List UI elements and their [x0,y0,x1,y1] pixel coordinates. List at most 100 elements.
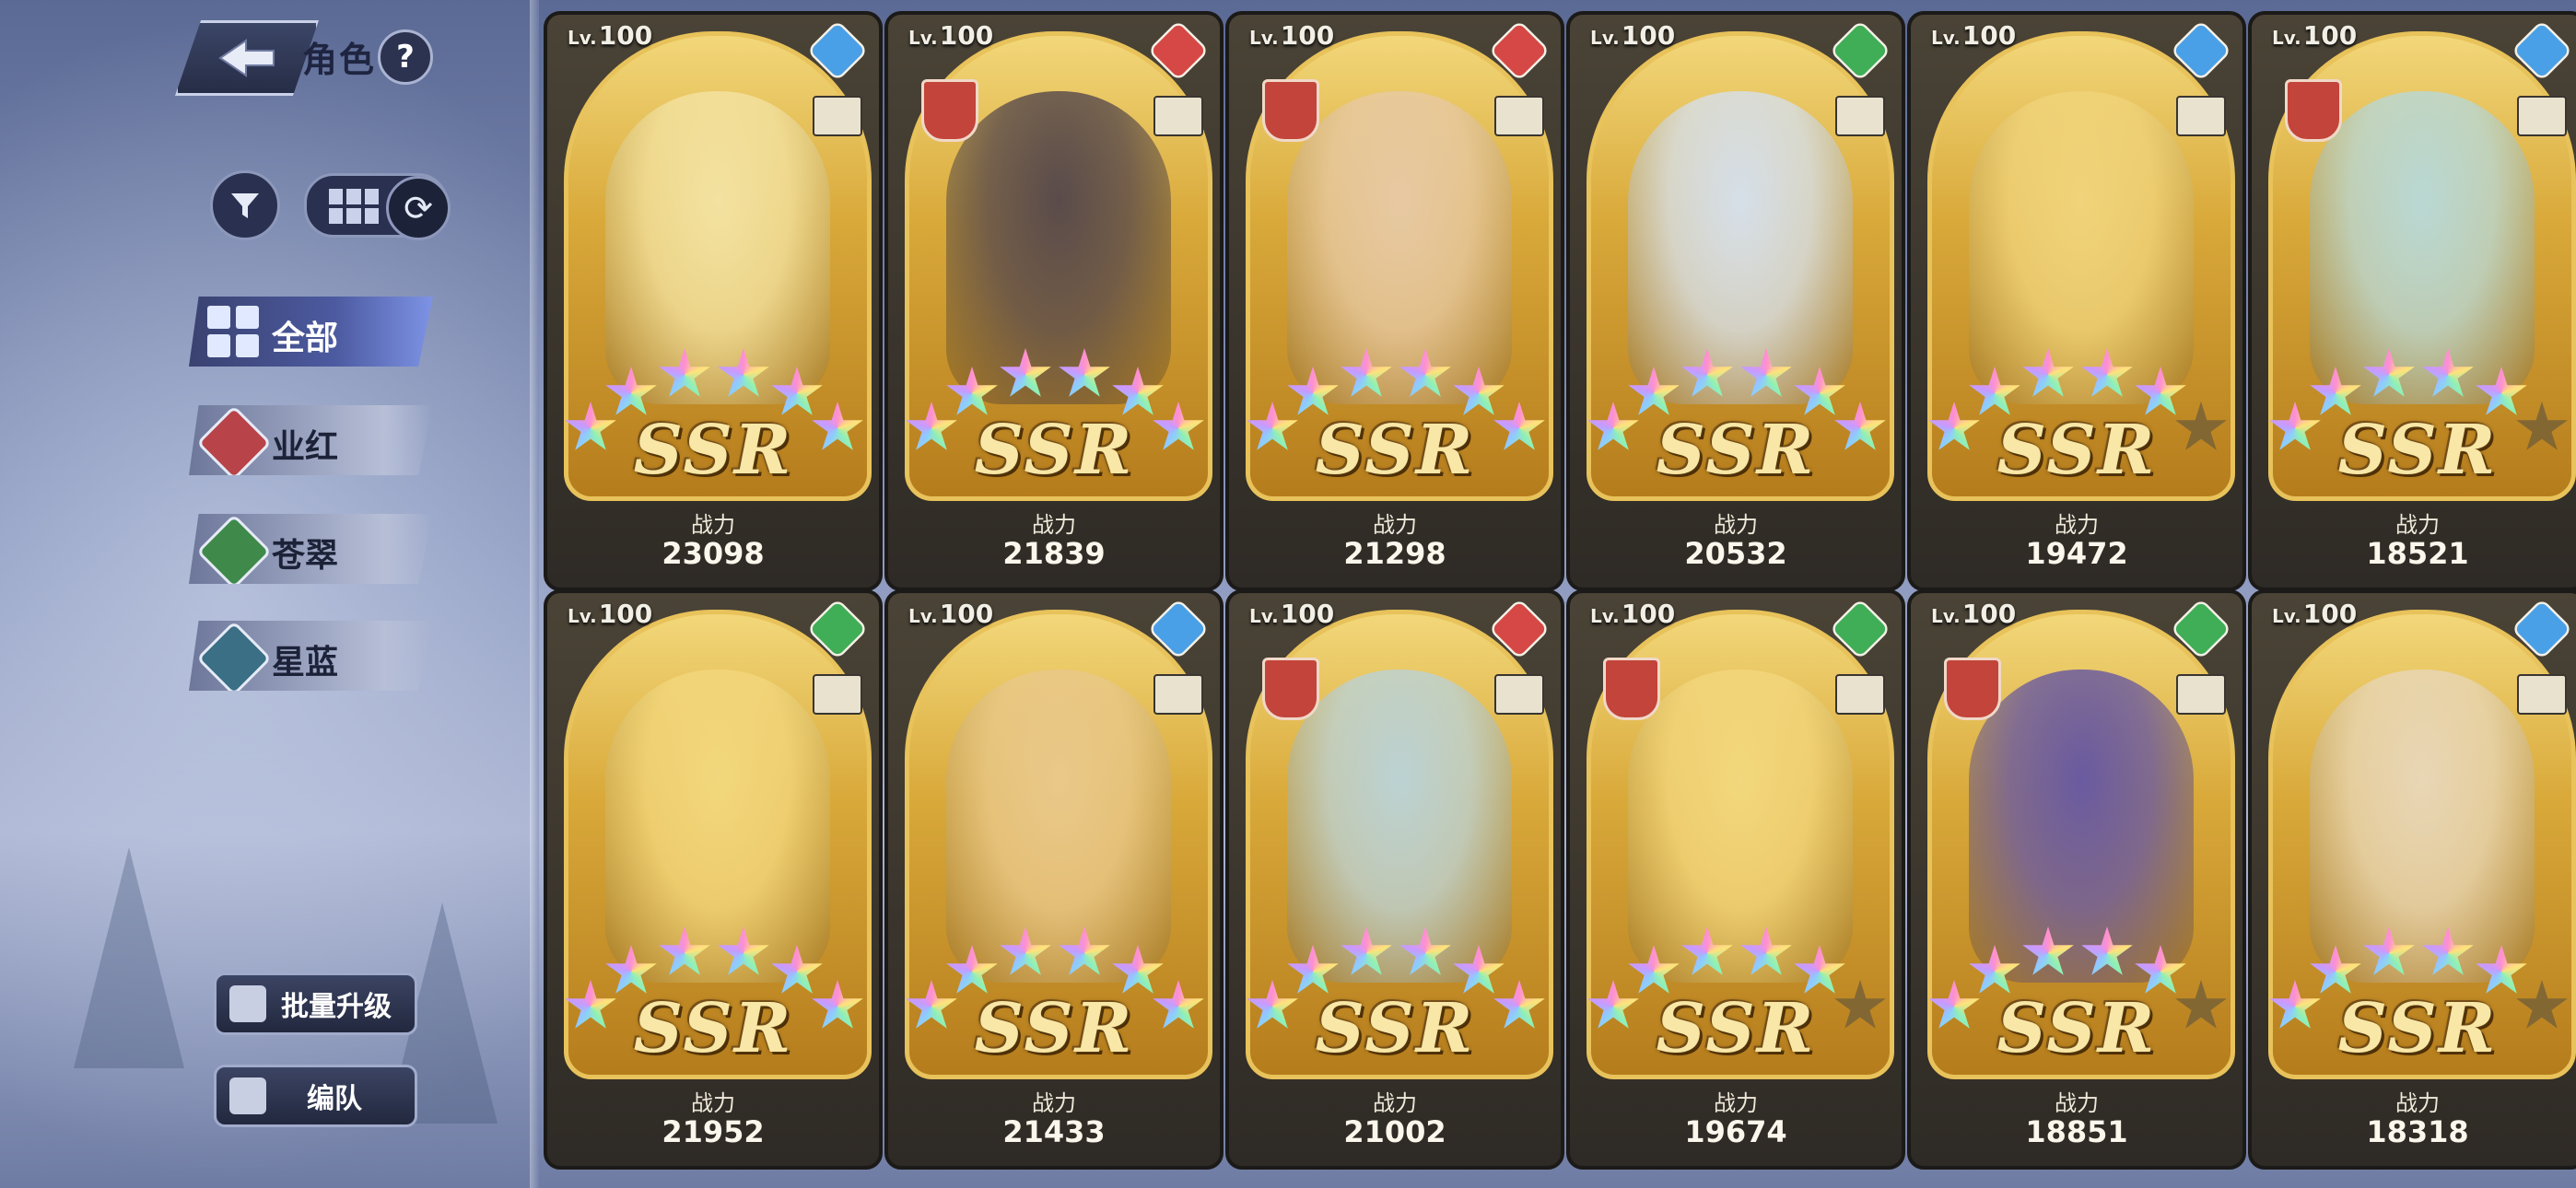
page-title: 角色 [302,40,377,80]
power-label: 战力 [1373,1090,1417,1116]
level-label: Lv.100 [568,20,652,51]
character-card[interactable]: Lv.100 SSR 战力 21839 [884,11,1224,591]
star-filled-icon [1059,348,1110,397]
power-value: 20532 [1684,536,1787,571]
star-filled-icon [2081,926,2133,975]
star-empty-icon [2516,402,2568,450]
star-filled-icon [2363,926,2415,975]
category-tab-all[interactable]: 全部 [189,297,433,367]
level-prefix: Lv. [1249,27,1279,49]
star-filled-icon [565,980,616,1029]
grid-view-icon [329,189,379,224]
star-filled-icon [1681,926,1733,975]
category-tab-green[interactable]: 苍翠 [189,514,433,584]
rarity-label: SSR [1996,989,2157,1068]
power-value: 21952 [662,1114,765,1149]
star-filled-icon [812,980,863,1029]
class-icon [2176,96,2226,136]
character-card[interactable]: Lv.100 SSR 战力 18851 [1907,589,2246,1170]
class-icon [813,96,862,136]
star-filled-icon [1153,980,1204,1029]
formation-label: 编队 [307,1083,362,1115]
character-card[interactable]: Lv.100 SSR 战力 23098 [544,11,883,591]
funnel-icon [231,193,259,218]
power-label: 战力 [2055,512,2099,538]
power-value: 18318 [2366,1114,2469,1149]
character-card[interactable]: Lv.100 SSR 战力 21298 [1225,11,1564,591]
star-filled-icon [1341,348,1392,397]
character-card[interactable]: Lv.100 SSR 战力 18318 [2248,589,2576,1170]
rarity-label: SSR [633,411,793,490]
power-value: 19472 [2025,536,2128,571]
rarity-label: SSR [974,989,1134,1068]
level-value: 100 [1280,599,1335,629]
power-label: 战力 [1714,512,1758,538]
power-label: 战力 [691,1090,735,1116]
level-prefix: Lv. [568,605,597,627]
star-filled-icon [2081,348,2133,397]
class-icon [1835,674,1885,715]
level-value: 100 [1961,20,2017,51]
category-label: 业红 [272,428,339,466]
help-button[interactable]: ? [378,29,433,85]
star-empty-icon [1834,980,1886,1029]
category-tab-blue[interactable]: 星蓝 [189,621,433,691]
filter-button[interactable] [210,170,280,240]
level-label: Lv.100 [1249,599,1334,629]
character-card[interactable]: Lv.100 SSR 战力 21952 [544,589,883,1170]
level-label: Lv.100 [2272,599,2357,629]
batch-upgrade-button[interactable]: 批量升级 [214,973,417,1035]
star-filled-icon [1740,926,1792,975]
level-prefix: Lv. [2272,27,2301,49]
blue-gem-icon [195,621,273,691]
formation-icon [229,1077,266,1114]
character-card[interactable]: Lv.100 SSR 战力 21433 [884,589,1224,1170]
power-value: 18521 [2366,536,2469,571]
refresh-icon[interactable]: ⟳ [386,176,451,240]
level-value: 100 [598,599,653,629]
star-filled-icon [2269,980,2321,1029]
level-label: Lv.100 [1931,599,2016,629]
power-label: 战力 [1032,512,1076,538]
power-value: 19674 [1684,1114,1787,1149]
level-prefix: Lv. [1931,605,1961,627]
star-filled-icon [1399,348,1451,397]
character-card[interactable]: Lv.100 SSR 战力 18521 [2248,11,2576,591]
character-card[interactable]: Lv.100 SSR 战力 19674 [1566,589,1905,1170]
left-panel: 角色 ? ⟳ 全部 业红 苍翠 星蓝 批量升级 编队 [0,0,544,1188]
star-filled-icon [1493,402,1545,450]
class-icon [2517,96,2567,136]
rarity-label: SSR [974,411,1134,490]
power-value: 21433 [1002,1114,1106,1149]
faction-badge-icon [1603,658,1660,720]
level-value: 100 [939,599,994,629]
star-filled-icon [1059,926,1110,975]
star-filled-icon [1153,402,1204,450]
view-toggle[interactable]: ⟳ [304,173,451,240]
star-filled-icon [1681,348,1733,397]
faction-badge-icon [1262,79,1319,142]
class-icon [2517,674,2567,715]
category-label: 全部 [272,320,339,357]
star-empty-icon [2516,980,2568,1029]
character-card[interactable]: Lv.100 SSR 战力 21002 [1225,589,1564,1170]
category-tab-red[interactable]: 业红 [189,405,433,475]
faction-badge-icon [921,79,978,142]
star-filled-icon [1000,348,1051,397]
star-filled-icon [1587,980,1639,1029]
character-card[interactable]: Lv.100 SSR 战力 20532 [1566,11,1905,591]
class-icon [1153,674,1203,715]
star-filled-icon [1834,402,1886,450]
character-card[interactable]: Lv.100 SSR 战力 19472 [1907,11,2246,591]
level-value: 100 [2302,20,2358,51]
formation-button[interactable]: 编队 [214,1065,417,1127]
level-value: 100 [939,20,994,51]
power-value: 21002 [1343,1114,1446,1149]
rarity-label: SSR [2337,989,2498,1068]
level-prefix: Lv. [908,27,938,49]
rarity-label: SSR [1996,411,2157,490]
star-filled-icon [1928,402,1980,450]
rarity-label: SSR [1315,989,1475,1068]
level-prefix: Lv. [1590,27,1620,49]
back-button[interactable] [175,20,319,96]
